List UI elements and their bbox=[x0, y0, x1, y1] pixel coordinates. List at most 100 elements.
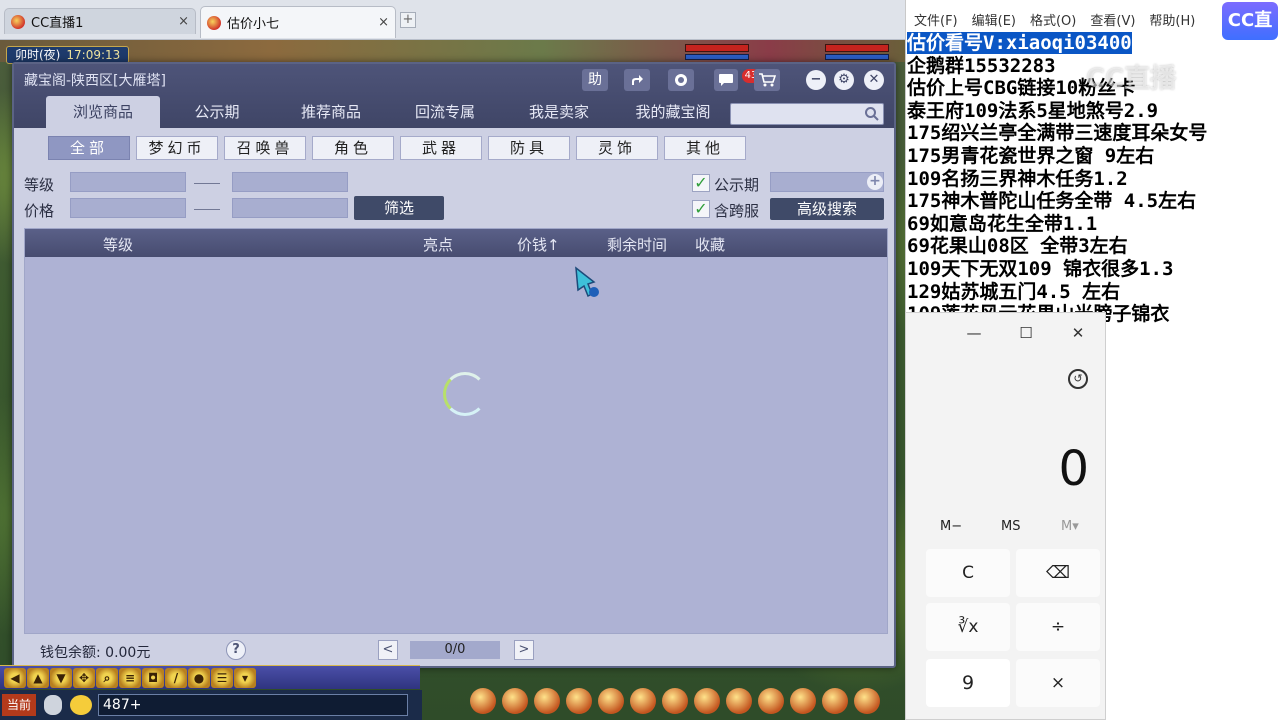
search-icon[interactable] bbox=[864, 106, 880, 122]
backspace-button[interactable]: ⌫ bbox=[1016, 549, 1100, 597]
level-max-field[interactable] bbox=[232, 172, 348, 192]
close-icon[interactable]: ✕ bbox=[1068, 323, 1088, 343]
category-armor[interactable]: 防具 bbox=[488, 136, 570, 160]
lock-icon[interactable]: ◘ bbox=[142, 667, 164, 688]
notepad-menubar: 文件(F) 编辑(E) 格式(O) 查看(V) 帮助(H) bbox=[906, 10, 1195, 29]
cross-server-checkbox[interactable]: ✓ bbox=[692, 200, 710, 218]
skill-slot-icon[interactable] bbox=[566, 688, 592, 714]
category-role[interactable]: 角色 bbox=[312, 136, 394, 160]
menu-view[interactable]: 查看(V) bbox=[1090, 10, 1135, 29]
skill-slot-icon[interactable] bbox=[854, 688, 880, 714]
level-min-field[interactable] bbox=[70, 172, 186, 192]
category-accessory[interactable]: 灵饰 bbox=[576, 136, 658, 160]
notepad-line: 129姑苏城五门4.5 左右 bbox=[907, 281, 1279, 304]
minimize-icon[interactable]: — bbox=[964, 323, 984, 343]
col-remaining-time[interactable]: 剩余时间 bbox=[607, 234, 667, 255]
price-max-field[interactable] bbox=[232, 198, 348, 218]
arrow-up-icon[interactable]: ▲ bbox=[27, 667, 49, 688]
skill-slot-icon[interactable] bbox=[630, 688, 656, 714]
skill-slot-icon[interactable] bbox=[790, 688, 816, 714]
publicity-checkbox[interactable]: ✓ bbox=[692, 174, 710, 192]
digit-9-button[interactable]: 9 bbox=[926, 659, 1010, 707]
menu-help[interactable]: 帮助(H) bbox=[1149, 10, 1195, 29]
skill-slot-icon[interactable] bbox=[534, 688, 560, 714]
category-weapon[interactable]: 武器 bbox=[400, 136, 482, 160]
tab-publicity[interactable]: 公示期 bbox=[160, 96, 274, 128]
minimize-icon[interactable]: − bbox=[806, 70, 826, 90]
skill-slot-icon[interactable] bbox=[502, 688, 528, 714]
col-level[interactable]: 等级 bbox=[103, 234, 133, 255]
skill-slot-icon[interactable] bbox=[694, 688, 720, 714]
chat-input[interactable]: 487+ bbox=[98, 694, 408, 716]
tab-cc-live[interactable]: CC直播1 × bbox=[4, 8, 196, 34]
next-page-button[interactable]: > bbox=[514, 640, 534, 660]
browser-tab-strip: CC直播1 × 估价小七 × + bbox=[0, 0, 905, 40]
new-tab-button[interactable]: + bbox=[400, 12, 416, 28]
gear-icon[interactable]: ⚙ bbox=[834, 70, 854, 90]
plus-icon[interactable]: + bbox=[867, 174, 883, 190]
category-all[interactable]: 全部 bbox=[48, 136, 130, 160]
tab-browse[interactable]: 浏览商品 bbox=[46, 96, 160, 128]
category-other[interactable]: 其他 bbox=[664, 136, 746, 160]
chat-bubble-icon[interactable]: ● bbox=[188, 667, 210, 688]
dropdown-icon[interactable]: ▾ bbox=[234, 667, 256, 688]
skill-slot-icon[interactable] bbox=[470, 688, 496, 714]
category-pets[interactable]: 召唤兽 bbox=[224, 136, 306, 160]
maximize-icon[interactable]: ☐ bbox=[1016, 323, 1036, 343]
menu-edit[interactable]: 编辑(E) bbox=[972, 10, 1016, 29]
level-label: 等级 bbox=[24, 176, 55, 194]
emoji-icon[interactable] bbox=[70, 695, 92, 715]
channel-button[interactable]: 当前 bbox=[2, 694, 36, 716]
cube-root-button[interactable]: ∛x bbox=[926, 603, 1010, 651]
col-price[interactable]: 价钱↑ bbox=[517, 234, 560, 255]
memory-store-button[interactable]: MS bbox=[1001, 519, 1020, 534]
filter-button[interactable]: 筛选 bbox=[354, 196, 444, 220]
close-icon[interactable]: ✕ bbox=[864, 70, 884, 90]
tab-seller[interactable]: 我是卖家 bbox=[502, 96, 616, 128]
memory-list-button[interactable]: M▾ bbox=[1061, 519, 1079, 534]
notepad-line: 175神木普陀山任务全带 4.5左右 bbox=[907, 190, 1279, 213]
broom-icon[interactable]: / bbox=[165, 667, 187, 688]
cross-server-label: 含跨服 bbox=[714, 202, 760, 220]
price-min-field[interactable] bbox=[70, 198, 186, 218]
close-icon[interactable]: × bbox=[378, 15, 389, 30]
col-highlight[interactable]: 亮点 bbox=[423, 234, 453, 255]
clear-button[interactable]: C bbox=[926, 549, 1010, 597]
share-icon[interactable] bbox=[624, 69, 650, 91]
skill-slot-icon[interactable] bbox=[822, 688, 848, 714]
skill-slot-icon[interactable] bbox=[598, 688, 624, 714]
memory-minus-button[interactable]: M− bbox=[940, 519, 962, 534]
help-button[interactable]: 助 bbox=[582, 69, 608, 91]
skill-slot-icon[interactable] bbox=[758, 688, 784, 714]
divide-button[interactable]: ÷ bbox=[1016, 603, 1100, 651]
zoom-icon[interactable]: ⌕ bbox=[96, 667, 118, 688]
record-icon[interactable] bbox=[668, 69, 694, 91]
col-favorite[interactable]: 收藏 bbox=[695, 234, 725, 255]
microphone-icon[interactable] bbox=[44, 695, 62, 715]
multiply-button[interactable]: × bbox=[1016, 659, 1100, 707]
arrow-down-icon[interactable]: ▼ bbox=[50, 667, 72, 688]
message-icon[interactable] bbox=[714, 69, 738, 91]
move-icon[interactable]: ✥ bbox=[73, 667, 95, 688]
close-icon[interactable]: × bbox=[178, 14, 189, 29]
notepad-line: 69花果山08区 全带3左右 bbox=[907, 235, 1279, 258]
category-currency[interactable]: 梦幻币 bbox=[136, 136, 218, 160]
advanced-search-button[interactable]: 高级搜索 bbox=[770, 198, 884, 220]
tab-recommended[interactable]: 推荐商品 bbox=[274, 96, 388, 128]
skill-slot-icon[interactable] bbox=[726, 688, 752, 714]
cart-icon[interactable] bbox=[754, 69, 780, 91]
help-icon[interactable]: ? bbox=[226, 640, 246, 660]
menu-file[interactable]: 文件(F) bbox=[914, 10, 958, 29]
tab-appraisal[interactable]: 估价小七 × bbox=[200, 6, 396, 38]
list-icon[interactable]: ☰ bbox=[211, 667, 233, 688]
skill-slot-icon[interactable] bbox=[662, 688, 688, 714]
history-icon[interactable]: ↺ bbox=[1068, 369, 1088, 389]
arrow-left-icon[interactable]: ◀ bbox=[4, 667, 26, 688]
notepad-line-text: 企鹅群15532283 bbox=[907, 54, 1056, 77]
scroll-icon[interactable]: ≡ bbox=[119, 667, 141, 688]
menu-format[interactable]: 格式(O) bbox=[1030, 10, 1076, 29]
tab-my-pavilion[interactable]: 我的藏宝阁 bbox=[616, 96, 730, 128]
search-input[interactable] bbox=[730, 103, 884, 125]
prev-page-button[interactable]: < bbox=[378, 640, 398, 660]
tab-returning[interactable]: 回流专属 bbox=[388, 96, 502, 128]
